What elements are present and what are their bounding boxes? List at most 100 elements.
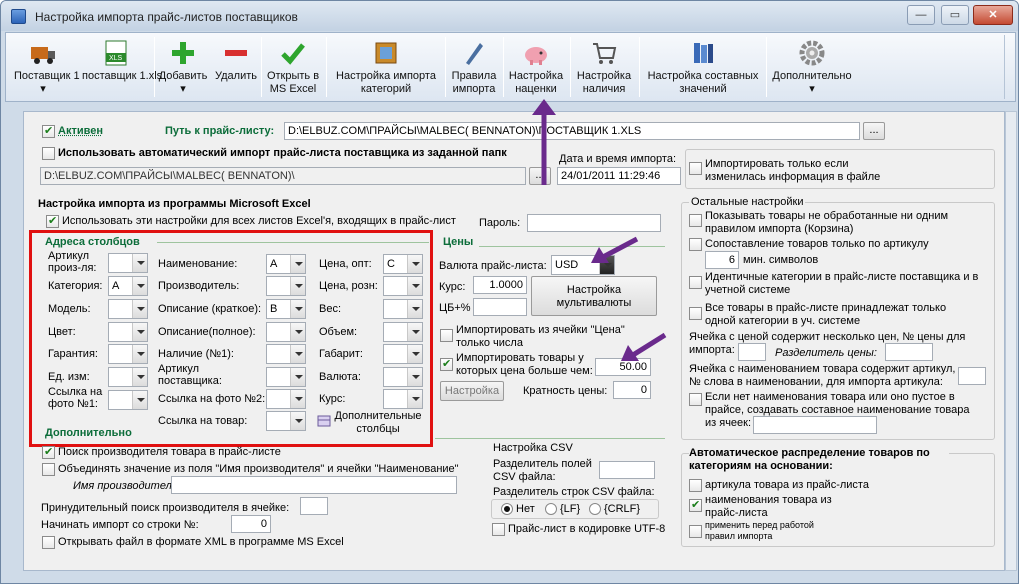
close-button[interactable]: ✕ <box>973 5 1013 25</box>
browse-folder-button[interactable]: ... <box>529 167 551 185</box>
one-category-checkbox[interactable] <box>689 307 702 320</box>
auto-import-checkbox[interactable] <box>42 147 55 160</box>
match-by-article-checkbox[interactable] <box>689 238 702 251</box>
column-addresses-highlight <box>29 230 433 447</box>
article-word-number-input[interactable] <box>958 367 986 385</box>
price-separator-label: Разделитель цены: <box>775 347 877 359</box>
row-sep-crlf-label: {CRLF} <box>604 503 641 515</box>
toolbar-label: Дополнительно <box>772 70 852 82</box>
other-settings-title: Остальные настройки <box>689 196 806 208</box>
row-sep-none-radio[interactable] <box>501 503 513 515</box>
composite-cells-input[interactable] <box>753 416 877 434</box>
row-sep-crlf-radio[interactable] <box>589 503 601 515</box>
password-label: Пароль: <box>479 217 521 229</box>
multiplicity-input[interactable]: 0 <box>613 381 651 399</box>
maximize-button[interactable]: ▭ <box>941 5 969 25</box>
import-datetime-input[interactable]: 24/01/2011 11:29:46 <box>557 167 681 185</box>
import-above-price-checkbox[interactable] <box>440 357 453 371</box>
more-button[interactable]: Дополнительно ▾ <box>766 35 858 99</box>
piggy-bank-icon <box>525 47 547 65</box>
manufacturer-name-input[interactable] <box>171 476 457 494</box>
excel-settings-title: Настройка импорта из программы Microsoft… <box>38 198 311 210</box>
category-import-settings-button[interactable]: Настройка импорта категорий <box>328 35 444 99</box>
toolbar-label: наличия <box>582 83 626 95</box>
composite-values-button[interactable]: Настройка составных значений <box>640 35 766 99</box>
auto-import-folder-input[interactable]: D:\ELBUZ.COM\ПРАЙСЫ\MALBEC( BENNATON)\ <box>40 167 526 185</box>
toolbar-label: Настройка <box>508 70 564 82</box>
price-number-input[interactable] <box>738 343 766 361</box>
import-rules-button[interactable]: Правила импорта <box>446 35 502 99</box>
price-list-path-input[interactable]: D:\ELBUZ.COM\ПРАЙСЫ\MALBEC( BENNATON)\ПО… <box>284 122 860 140</box>
availability-settings-button[interactable]: Настройка наличия <box>572 35 636 99</box>
supplier-file-button[interactable]: XLS поставщик 1.xls <box>82 35 163 99</box>
by-article-checkbox[interactable] <box>689 479 702 492</box>
extra-divider <box>435 438 665 439</box>
utf8-checkbox[interactable] <box>492 523 505 536</box>
only-if-changed-checkbox[interactable] <box>689 162 702 175</box>
import-numbers-only-label: Импортировать из ячейки "Цена" только чи… <box>456 324 625 349</box>
toolbar: Поставщик 1 ▾ XLS поставщик 1.xls Добави… <box>5 32 1016 102</box>
toolbar-label: поставщик 1.xls <box>82 70 163 82</box>
start-row-input[interactable]: 0 <box>231 515 271 533</box>
dropdown-caret: ▾ <box>809 83 815 95</box>
currency-select[interactable]: USD <box>551 255 615 275</box>
browse-path-button[interactable]: ... <box>863 122 885 140</box>
toolbar-separator <box>570 37 571 97</box>
active-label: Активен <box>58 125 103 137</box>
cb-percent-input[interactable] <box>473 298 527 316</box>
article-in-name-label: Ячейка с наименованием товара содержит а… <box>689 363 956 375</box>
toolbar-label: Настройка <box>576 70 632 82</box>
import-numbers-only-checkbox[interactable] <box>440 329 453 342</box>
minimize-button[interactable]: — <box>907 5 935 25</box>
open-in-excel-button[interactable]: Открыть в MS Excel <box>262 35 324 99</box>
markup-settings-button[interactable]: Настройка наценки <box>504 35 568 99</box>
search-manufacturer-checkbox[interactable] <box>42 445 55 459</box>
composite-name-label-3: из ячеек: <box>705 417 752 429</box>
vertical-scrollbar[interactable] <box>1005 111 1017 571</box>
add-button[interactable]: Добавить ▾ <box>156 35 210 99</box>
supplier-dropdown-button[interactable]: Поставщик 1 ▾ <box>14 35 80 99</box>
currency-label: Валюта прайс-листа: <box>439 260 547 272</box>
row-sep-lf-radio[interactable] <box>545 503 557 515</box>
forced-search-label: Принудительный поиск производителя в яче… <box>41 502 290 514</box>
import-above-price-label: Импортировать товары у которых цена боль… <box>456 352 593 377</box>
merge-values-checkbox[interactable] <box>42 463 55 476</box>
active-checkbox[interactable] <box>42 124 55 138</box>
min-chars-input[interactable]: 6 <box>705 251 739 269</box>
minus-icon <box>225 50 247 56</box>
show-unprocessed-checkbox[interactable] <box>689 214 702 227</box>
main-window: Настройка импорта прайс-листов поставщик… <box>0 0 1019 584</box>
auto-import-label: Использовать автоматический импорт прайс… <box>58 147 507 159</box>
toolbar-overflow[interactable] <box>1004 35 1013 99</box>
remove-button[interactable]: Удалить <box>210 35 262 99</box>
multicurrency-button[interactable]: Настройка мультивалюты <box>531 276 657 316</box>
svg-text:XLS: XLS <box>109 55 123 62</box>
toolbar-label: MS Excel <box>269 83 317 95</box>
article-in-name-label-2: № слова в наименовании, для импорта арти… <box>689 376 943 388</box>
use-for-all-sheets-checkbox[interactable] <box>46 214 59 228</box>
composite-name-checkbox[interactable] <box>689 393 702 406</box>
forced-search-input[interactable] <box>300 497 328 515</box>
open-xml-label: Открывать файл в формате XML в программе… <box>58 536 344 548</box>
price-settings-button[interactable]: Настройка <box>440 381 504 401</box>
quill-icon <box>466 43 483 65</box>
price-separator-input[interactable] <box>885 343 933 361</box>
row-sep-lf-label: {LF} <box>560 503 581 515</box>
multiplicity-label: Кратность цены: <box>523 385 608 397</box>
shopping-cart-icon <box>593 43 617 64</box>
min-price-input[interactable]: 50.00 <box>595 358 651 376</box>
password-input[interactable] <box>527 214 661 232</box>
title-bar: Настройка импорта прайс-листов поставщик… <box>1 1 1018 31</box>
checkmark-icon <box>281 43 305 65</box>
apply-before-checkbox[interactable] <box>689 525 702 538</box>
composite-name-label-2: прайсе, создавать составное наименование… <box>705 404 970 416</box>
by-name-checkbox[interactable] <box>689 498 702 512</box>
rate-input[interactable]: 1.0000 <box>473 276 527 294</box>
use-for-all-sheets-label: Использовать эти настройки для всех лист… <box>62 215 456 227</box>
identical-categories-label: Идентичные категории в прайс-листе поста… <box>705 271 979 296</box>
open-xml-checkbox[interactable] <box>42 536 55 549</box>
toolbar-separator <box>326 37 327 97</box>
match-by-article-label: Сопоставление товаров только по артикулу <box>705 238 929 250</box>
identical-categories-checkbox[interactable] <box>689 276 702 289</box>
csv-field-separator-input[interactable] <box>599 461 655 479</box>
